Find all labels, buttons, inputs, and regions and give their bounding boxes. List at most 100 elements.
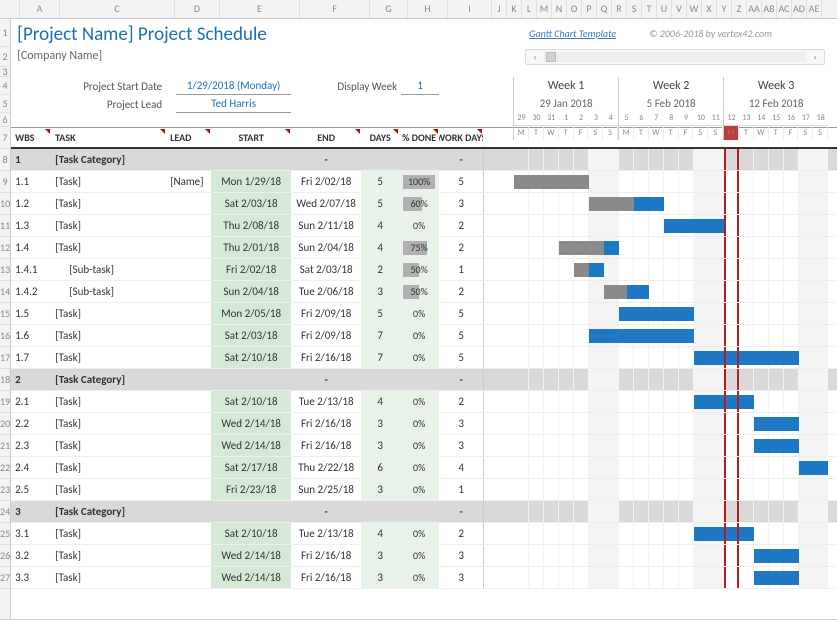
col-header[interactable]: T [642, 0, 657, 18]
task-row[interactable]: 1.2[Task]Sat 2/03/18Wed 2/07/18560%3 [11, 193, 837, 215]
pct-cell[interactable] [399, 369, 439, 390]
days-cell[interactable]: 5 [361, 171, 399, 192]
grid[interactable]: [Project Name] Project ScheduleGantt Cha… [11, 19, 837, 620]
wbs-cell[interactable]: 3.2 [11, 545, 51, 566]
col-header[interactable]: X [702, 0, 717, 18]
col-days[interactable]: DAYS [361, 128, 399, 147]
end-cell[interactable]: Fri 2/02/18 [291, 171, 361, 192]
gantt-bar[interactable] [754, 417, 799, 431]
lead-cell[interactable] [166, 523, 211, 544]
task-cell[interactable]: [Task] [51, 171, 166, 192]
workdays-cell[interactable]: 2 [439, 237, 483, 258]
start-cell[interactable]: Thu 2/01/18 [211, 237, 291, 258]
col-header[interactable]: W [687, 0, 702, 18]
lead-cell[interactable] [166, 545, 211, 566]
gantt-bar[interactable] [694, 527, 754, 541]
end-cell[interactable]: Fri 2/16/18 [291, 413, 361, 434]
gantt-bar[interactable] [589, 329, 694, 343]
row-header[interactable]: 18 [0, 369, 10, 391]
col-header[interactable]: L [522, 0, 537, 18]
workdays-cell[interactable]: - [439, 501, 483, 522]
pct-cell[interactable]: 0% [399, 391, 439, 412]
wbs-cell[interactable]: 1.4.2 [11, 281, 51, 302]
days-cell[interactable]: 3 [361, 413, 399, 434]
gantt-bar[interactable] [664, 219, 724, 233]
scroll-left-icon[interactable]: ‹ [528, 51, 542, 63]
row-header[interactable]: 24 [0, 501, 10, 523]
wbs-cell[interactable]: 3.1 [11, 523, 51, 544]
days-cell[interactable]: 7 [361, 325, 399, 346]
col-header[interactable]: AA [747, 0, 762, 18]
category-row[interactable]: 1[Task Category]-- [11, 149, 837, 171]
end-cell[interactable]: Sat 2/03/18 [291, 259, 361, 280]
lead-cell[interactable] [166, 215, 211, 236]
task-row[interactable]: 2.4[Task]Sat 2/17/18Thu 2/22/1860%4 [11, 457, 837, 479]
pct-cell[interactable]: 100% [399, 171, 439, 192]
start-cell[interactable] [211, 501, 291, 522]
days-cell[interactable] [361, 149, 399, 170]
corner-cell[interactable] [0, 0, 20, 18]
task-row[interactable]: 1.7[Task]Sat 2/10/18Fri 2/16/1870%5 [11, 347, 837, 369]
task-row[interactable]: 1.3[Task]Thu 2/08/18Sun 2/11/1840%2 [11, 215, 837, 237]
end-cell[interactable]: Sun 2/11/18 [291, 215, 361, 236]
pct-cell[interactable]: 0% [399, 479, 439, 500]
col-header[interactable]: AE [807, 0, 822, 18]
days-cell[interactable]: 3 [361, 479, 399, 500]
pct-cell[interactable] [399, 149, 439, 170]
start-cell[interactable]: Thu 2/08/18 [211, 215, 291, 236]
wbs-cell[interactable]: 2.5 [11, 479, 51, 500]
task-row[interactable]: 3.3[Task]Wed 2/14/18Fri 2/16/1830%3 [11, 567, 837, 589]
wbs-cell[interactable]: 1.3 [11, 215, 51, 236]
task-cell[interactable]: [Sub-task] [51, 259, 166, 280]
lead-value[interactable]: Ted Harris [176, 95, 291, 113]
lead-cell[interactable] [166, 303, 211, 324]
task-cell[interactable]: [Task] [51, 523, 166, 544]
wbs-cell[interactable]: 1.7 [11, 347, 51, 368]
start-cell[interactable]: Fri 2/02/18 [211, 259, 291, 280]
gantt-bar[interactable] [589, 197, 664, 211]
end-cell[interactable]: - [291, 369, 361, 390]
row-header[interactable]: 17 [0, 347, 10, 369]
gantt-bar[interactable] [694, 395, 754, 409]
end-cell[interactable]: Fri 2/09/18 [291, 303, 361, 324]
task-row[interactable]: 2.5[Task]Fri 2/23/18Sun 2/25/1830%1 [11, 479, 837, 501]
end-cell[interactable]: Fri 2/09/18 [291, 325, 361, 346]
workdays-cell[interactable]: 1 [439, 259, 483, 280]
lead-cell[interactable]: [Name] [166, 171, 211, 192]
col-header[interactable]: AD [792, 0, 807, 18]
task-cell[interactable]: [Task] [51, 413, 166, 434]
col-header[interactable]: H [408, 0, 448, 18]
workdays-cell[interactable]: 3 [439, 193, 483, 214]
task-cell[interactable]: [Task] [51, 193, 166, 214]
pct-cell[interactable]: 0% [399, 215, 439, 236]
start-cell[interactable]: Sat 2/10/18 [211, 347, 291, 368]
wbs-cell[interactable]: 1.6 [11, 325, 51, 346]
workdays-cell[interactable]: 2 [439, 391, 483, 412]
end-cell[interactable]: Sun 2/04/18 [291, 237, 361, 258]
lead-cell[interactable] [166, 435, 211, 456]
template-link[interactable]: Gantt Chart Template [529, 27, 616, 40]
col-start[interactable]: START [211, 128, 291, 147]
start-cell[interactable]: Mon 2/05/18 [211, 303, 291, 324]
gantt-bar[interactable] [799, 461, 828, 475]
days-cell[interactable] [361, 501, 399, 522]
wbs-cell[interactable]: 1.4 [11, 237, 51, 258]
lead-cell[interactable] [166, 369, 211, 390]
lead-cell[interactable] [166, 413, 211, 434]
task-row[interactable]: 3.1[Task]Sat 2/10/18Tue 2/13/1840%2 [11, 523, 837, 545]
end-cell[interactable]: Tue 2/06/18 [291, 281, 361, 302]
gantt-bar[interactable] [604, 285, 649, 299]
end-cell[interactable]: Fri 2/16/18 [291, 435, 361, 456]
col-header[interactable]: E [220, 0, 300, 18]
gantt-bar[interactable] [754, 571, 799, 585]
pct-cell[interactable]: 50% [399, 259, 439, 280]
col-work[interactable]: WORK DAYS [439, 128, 483, 147]
col-header[interactable]: K [507, 0, 522, 18]
workdays-cell[interactable]: 3 [439, 567, 483, 588]
category-row[interactable]: 2[Task Category]-- [11, 369, 837, 391]
end-cell[interactable]: Tue 2/13/18 [291, 391, 361, 412]
start-cell[interactable]: Wed 2/14/18 [211, 567, 291, 588]
col-header[interactable]: C [60, 0, 175, 18]
lead-cell[interactable] [166, 479, 211, 500]
task-row[interactable]: 2.2[Task]Wed 2/14/18Fri 2/16/1830%3 [11, 413, 837, 435]
